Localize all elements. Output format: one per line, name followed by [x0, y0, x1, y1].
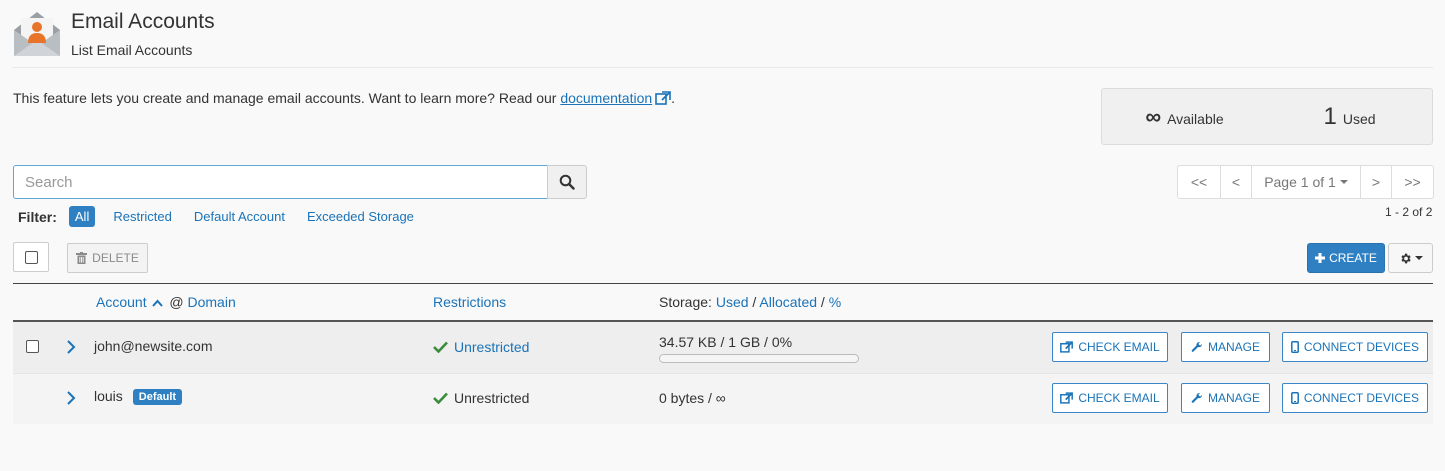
page-select-label: Page 1 of 1 — [1264, 174, 1336, 190]
storage-usage: 34.57 KB / 1 GB / 0% — [659, 334, 859, 363]
manage-label: MANAGE — [1207, 391, 1260, 405]
sort-allocated-link[interactable]: Allocated — [759, 294, 817, 310]
storage-separator: / — [820, 294, 825, 310]
search-icon — [559, 174, 575, 190]
manage-button[interactable]: MANAGE — [1181, 383, 1270, 413]
available-label: Available — [1167, 111, 1224, 127]
available-count: ∞ — [1145, 104, 1162, 129]
page-subtitle: List Email Accounts — [71, 42, 193, 58]
storage-progress-bar — [659, 354, 859, 363]
delete-button[interactable]: DELETE — [67, 243, 148, 273]
first-page-button[interactable]: << — [1177, 165, 1221, 199]
header-divider — [12, 67, 1433, 68]
used-count: 1 — [1323, 103, 1337, 130]
sort-ascending-icon[interactable] — [152, 299, 164, 307]
mobile-phone-icon — [1290, 392, 1299, 404]
sort-used-link[interactable]: Used — [716, 294, 749, 310]
filter-exceeded-storage[interactable]: Exceeded Storage — [307, 209, 414, 224]
connect-devices-label: CONNECT DEVICES — [1303, 340, 1420, 354]
restriction-text: Unrestricted — [454, 390, 530, 406]
filter-default-account[interactable]: Default Account — [194, 209, 285, 224]
restriction-link[interactable]: Unrestricted — [454, 339, 529, 355]
create-button[interactable]: CREATE — [1307, 243, 1385, 273]
intro-text: This feature lets you create and manage … — [13, 90, 675, 106]
used-stat: 1 Used — [1267, 89, 1432, 144]
used-label: Used — [1342, 111, 1376, 127]
check-icon — [433, 341, 448, 353]
external-link-icon — [1060, 392, 1074, 404]
connect-devices-button[interactable]: CONNECT DEVICES — [1282, 332, 1428, 362]
available-stat: ∞ Available — [1102, 89, 1267, 144]
external-link-icon[interactable] — [655, 91, 671, 105]
mobile-phone-icon — [1290, 341, 1299, 353]
pagination: << < Page 1 of 1 > >> — [1177, 165, 1434, 199]
column-header-account: Account @ Domain — [96, 294, 236, 310]
sort-domain-link[interactable]: Domain — [187, 294, 235, 310]
account-name-cell: louis Default — [94, 388, 183, 405]
expand-chevron-icon[interactable] — [66, 340, 76, 354]
check-email-button[interactable]: CHECK EMAIL — [1052, 383, 1168, 413]
storage-separator: / — [752, 294, 757, 310]
delete-button-label: DELETE — [92, 251, 139, 265]
next-page-button[interactable]: > — [1360, 165, 1392, 199]
filter-label: Filter: — [18, 208, 57, 225]
sort-percent-link[interactable]: % — [829, 294, 841, 310]
check-email-button[interactable]: CHECK EMAIL — [1052, 332, 1168, 362]
search-input[interactable] — [13, 165, 548, 199]
table-top-border — [13, 283, 1433, 284]
column-header-restrictions: Restrictions — [433, 294, 506, 310]
plus-icon — [1315, 253, 1326, 263]
column-header-storage: Storage: Used / Allocated / % — [659, 294, 841, 310]
expand-chevron-icon[interactable] — [66, 391, 76, 405]
trash-icon — [76, 252, 88, 264]
search-button[interactable] — [547, 165, 587, 199]
row-select-checkbox[interactable] — [26, 340, 39, 353]
check-email-label: CHECK EMAIL — [1078, 391, 1160, 405]
sort-restrictions-link[interactable]: Restrictions — [433, 294, 506, 310]
external-link-icon — [1060, 341, 1074, 353]
page-select[interactable]: Page 1 of 1 — [1251, 165, 1361, 199]
account-name: louis — [94, 388, 123, 404]
page-title: Email Accounts — [71, 10, 215, 33]
last-page-button[interactable]: >> — [1391, 165, 1434, 199]
check-icon — [433, 392, 448, 404]
storage-prefix: Storage: — [659, 294, 712, 310]
gear-icon — [1400, 253, 1411, 263]
filter-bar: Filter: All Restricted Default Account E… — [18, 206, 436, 227]
sort-account-link[interactable]: Account — [96, 294, 147, 310]
check-email-label: CHECK EMAIL — [1078, 340, 1160, 354]
manage-button[interactable]: MANAGE — [1181, 332, 1270, 362]
prev-page-button[interactable]: < — [1220, 165, 1252, 199]
settings-dropdown-button[interactable] — [1388, 243, 1433, 273]
storage-text: 34.57 KB / 1 GB / 0% — [659, 334, 793, 350]
documentation-link[interactable]: documentation — [560, 90, 652, 106]
results-range: 1 - 2 of 2 — [1385, 205, 1433, 219]
filter-restricted[interactable]: Restricted — [113, 209, 172, 224]
restriction-status: Unrestricted — [433, 390, 529, 406]
filter-all[interactable]: All — [68, 206, 96, 227]
wrench-icon — [1191, 392, 1202, 403]
intro-description: This feature lets you create and manage … — [13, 90, 561, 106]
email-accounts-app-icon — [12, 10, 62, 58]
connect-devices-label: CONNECT DEVICES — [1303, 391, 1420, 405]
manage-label: MANAGE — [1207, 340, 1260, 354]
at-symbol: @ — [169, 294, 184, 310]
connect-devices-button[interactable]: CONNECT DEVICES — [1282, 383, 1428, 413]
checkbox-box — [24, 250, 38, 264]
caret-down-icon — [1414, 256, 1423, 260]
create-button-label: CREATE — [1329, 251, 1377, 265]
select-all-checkbox[interactable] — [13, 242, 49, 272]
intro-suffix: . — [671, 90, 676, 106]
wrench-icon — [1191, 341, 1202, 352]
storage-text: 0 bytes / ∞ — [659, 390, 726, 406]
account-name: john@newsite.com — [94, 338, 213, 354]
account-stats-panel: ∞ Available 1 Used — [1101, 88, 1433, 145]
default-badge: Default — [132, 389, 183, 405]
caret-down-icon — [1339, 180, 1348, 184]
restriction-status: Unrestricted — [433, 339, 529, 355]
